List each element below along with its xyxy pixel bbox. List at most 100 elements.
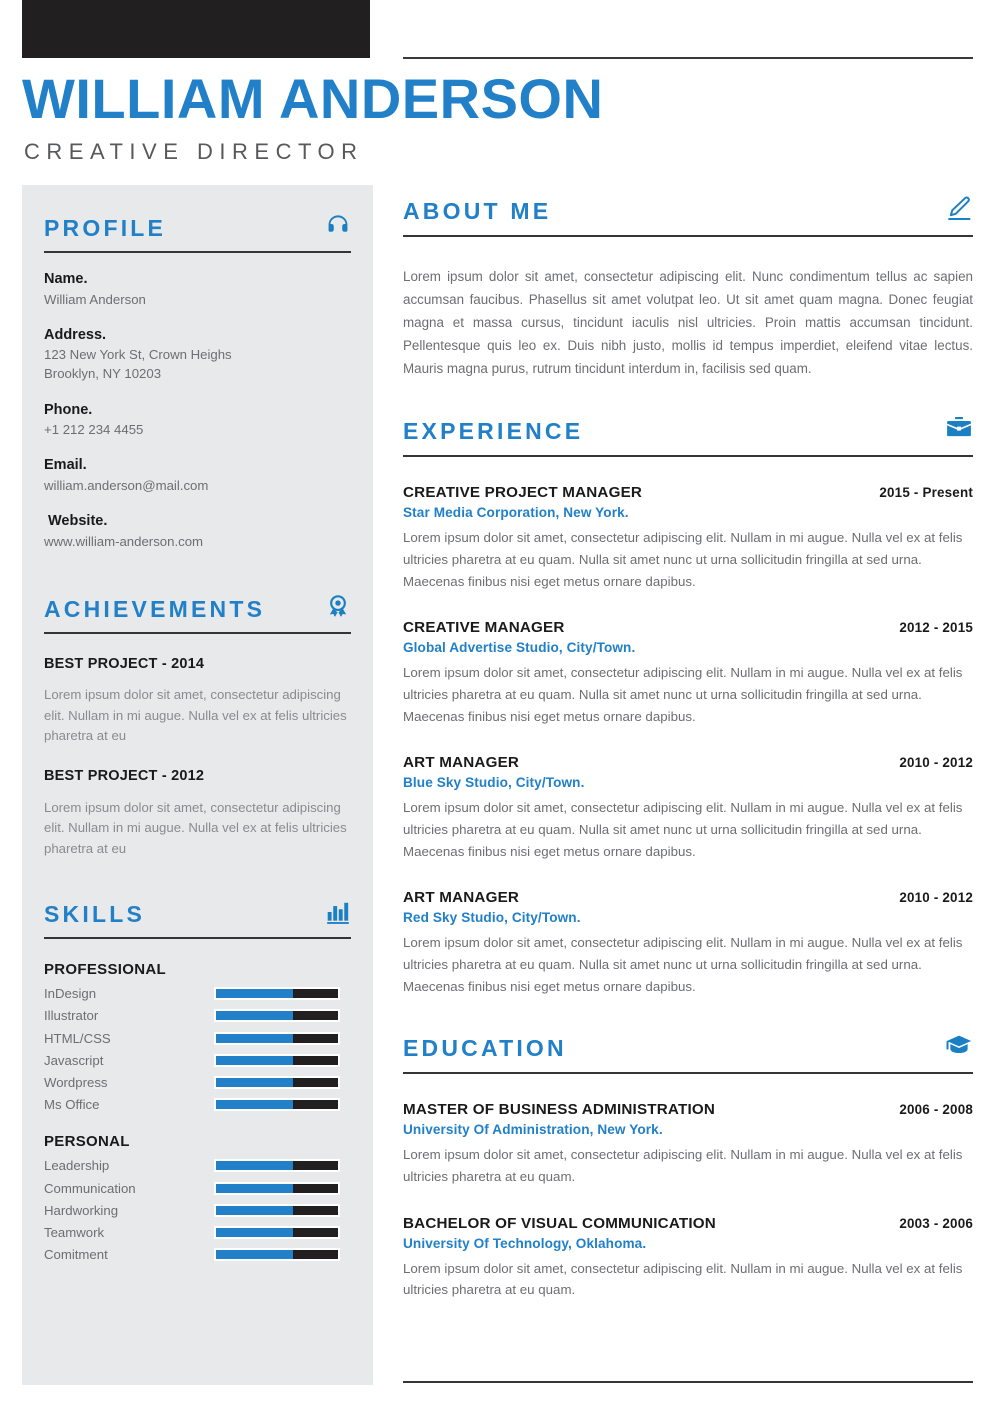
- section-rule-profile: [44, 251, 351, 253]
- skill-row: Teamwork: [44, 1226, 351, 1239]
- section-rule-skills: [44, 937, 351, 940]
- field-value: William Anderson: [44, 291, 146, 307]
- bar-chart-icon: [325, 899, 351, 925]
- skill-row: HTML/CSS: [44, 1030, 351, 1046]
- achievements-list: BEST PROJECT - 2014 Lorem ipsum dolor si…: [22, 656, 373, 860]
- skill-bar: [214, 1159, 340, 1173]
- entry-date: 2003 - 2006: [899, 1215, 973, 1231]
- sidebar: PROFILE Name. William Anderson Address. …: [22, 185, 373, 1385]
- profile-field-email: Email. william.anderson@mail.com: [44, 456, 351, 495]
- header-dark-block: [22, 0, 370, 58]
- profile-field-address: Address. 123 New York St, Crown Heighs B…: [44, 326, 351, 384]
- skill-row: InDesign: [44, 987, 351, 1000]
- entry-header: CREATIVE PROJECT MANAGER 2015 - Present: [403, 484, 973, 501]
- section-title-about-me: ABOUT ME: [403, 198, 552, 224]
- skill-group-title-professional: PROFESSIONAL: [44, 961, 166, 979]
- resume-page: WILLIAM ANDERSON CREATIVE DIRECTOR PROFI…: [0, 0, 1000, 1414]
- skill-row: Leadership: [44, 1158, 351, 1174]
- section-header-profile: PROFILE: [44, 185, 351, 253]
- skill-bar-fill: [216, 1183, 293, 1193]
- entry-title: ART MANAGER: [403, 754, 520, 772]
- field-value: +1 212 234 4455: [44, 422, 144, 438]
- skill-label: Teamwork: [44, 1224, 105, 1240]
- award-medal-icon: [325, 594, 351, 620]
- skill-label: Leadership: [44, 1158, 110, 1174]
- experience-entry: CREATIVE MANAGER 2012 - 2015 Global Adve…: [403, 619, 973, 727]
- skill-row: Javascript: [44, 1054, 351, 1067]
- field-value[interactable]: www.william-anderson.com: [44, 532, 351, 551]
- skill-label: Comitment: [44, 1247, 108, 1263]
- page-title: WILLIAM ANDERSON: [22, 67, 604, 130]
- section-header-achievements: ACHIEVEMENTS: [44, 594, 351, 634]
- section-title-profile: PROFILE: [44, 215, 167, 241]
- field-label: Email.: [44, 457, 87, 474]
- skill-label: HTML/CSS: [44, 1030, 111, 1046]
- skills-groups: PROFESSIONAL InDesign Illustrator HTML/C…: [22, 961, 373, 1261]
- skill-row: Illustrator: [44, 1009, 351, 1023]
- field-value-line1: 123 New York St, Crown Heighs: [44, 347, 232, 363]
- profile-field-name: Name. William Anderson: [44, 270, 351, 309]
- skill-bar: [214, 1076, 340, 1090]
- skill-bar-fill: [216, 1055, 293, 1065]
- headphones-icon: [325, 213, 351, 239]
- skill-bar-fill: [216, 1228, 293, 1238]
- section-rule-experience: [403, 455, 973, 458]
- section-header-experience: EXPERIENCE: [403, 417, 973, 458]
- list-item: BEST PROJECT - 2014 Lorem ipsum dolor si…: [44, 656, 351, 747]
- field-label: Address.: [44, 326, 107, 343]
- skill-bar: [214, 1053, 340, 1067]
- entry-organization: University Of Technology, Oklahoma.: [403, 1235, 647, 1251]
- section-header-skills: SKILLS: [44, 901, 351, 940]
- skill-row: Hardworking: [44, 1204, 351, 1217]
- entry-body: Lorem ipsum dolor sit amet, consectetur …: [403, 935, 963, 994]
- list-item: BEST PROJECT - 2012 Lorem ipsum dolor si…: [44, 768, 351, 859]
- entry-organization: Global Advertise Studio, City/Town.: [403, 640, 636, 656]
- entry-header: ART MANAGER 2010 - 2012: [403, 754, 973, 771]
- section-title-experience: EXPERIENCE: [403, 418, 584, 445]
- profile-field-website: Website. www.william-anderson.com: [44, 512, 351, 551]
- skill-label: InDesign: [44, 986, 97, 1002]
- entry-title: ART MANAGER: [403, 889, 520, 907]
- entry-date: 2010 - 2012: [899, 755, 973, 771]
- briefcase-icon: [945, 414, 973, 442]
- entry-date: 2012 - 2015: [899, 620, 973, 636]
- achievement-body: Lorem ipsum dolor sit amet, consectetur …: [44, 687, 347, 743]
- entry-organization: Star Media Corporation, New York.: [403, 505, 629, 521]
- skill-row: Comitment: [44, 1248, 351, 1261]
- field-label: Phone.: [44, 401, 93, 418]
- profile-fields: Name. William Anderson Address. 123 New …: [22, 270, 373, 551]
- main-column: ABOUT ME Lorem ipsum dolor sit amet, con…: [403, 196, 973, 1301]
- skill-group-title-personal: PERSONAL: [44, 1133, 130, 1151]
- section-header-about-me: ABOUT ME: [403, 196, 973, 237]
- entry-organization: University Of Administration, New York.: [403, 1122, 663, 1138]
- entry-date: 2015 - Present: [879, 485, 973, 501]
- skill-bar-fill: [216, 1161, 293, 1171]
- skill-bar-fill: [216, 1033, 293, 1043]
- section-rule-education: [403, 1072, 973, 1075]
- pencil-edit-icon[interactable]: [945, 194, 973, 222]
- skill-bar-fill: [216, 1011, 293, 1021]
- entry-body: Lorem ipsum dolor sit amet, consectetur …: [403, 530, 963, 589]
- achievement-body: Lorem ipsum dolor sit amet, consectetur …: [44, 799, 347, 856]
- skill-bar: [214, 1009, 340, 1023]
- field-value[interactable]: william.anderson@mail.com: [44, 476, 351, 495]
- skill-bar-fill: [216, 1078, 293, 1088]
- entry-header: MASTER OF BUSINESS ADMINISTRATION 2006 -…: [403, 1101, 973, 1118]
- skill-label: Wordpress: [44, 1074, 108, 1090]
- skill-bar: [214, 1098, 340, 1112]
- skill-label: Ms Office: [44, 1097, 100, 1113]
- experience-entry: ART MANAGER 2010 - 2012 Blue Sky Studio,…: [403, 754, 973, 862]
- skill-label: Javascript: [44, 1052, 104, 1068]
- graduation-cap-icon: [945, 1031, 973, 1059]
- skill-row: Wordpress: [44, 1076, 351, 1089]
- entry-organization: Blue Sky Studio, City/Town.: [403, 775, 585, 791]
- entry-header: CREATIVE MANAGER 2012 - 2015: [403, 619, 973, 636]
- skill-bar: [214, 1203, 340, 1217]
- skill-bar-fill: [216, 989, 293, 999]
- skill-bar-fill: [216, 1100, 293, 1110]
- entry-body: Lorem ipsum dolor sit amet, consectetur …: [403, 1260, 963, 1298]
- section-title-achievements: ACHIEVEMENTS: [44, 595, 266, 622]
- footer-rule: [403, 1381, 973, 1383]
- section-title-skills: SKILLS: [44, 901, 145, 928]
- entry-body: Lorem ipsum dolor sit amet, consectetur …: [403, 800, 963, 859]
